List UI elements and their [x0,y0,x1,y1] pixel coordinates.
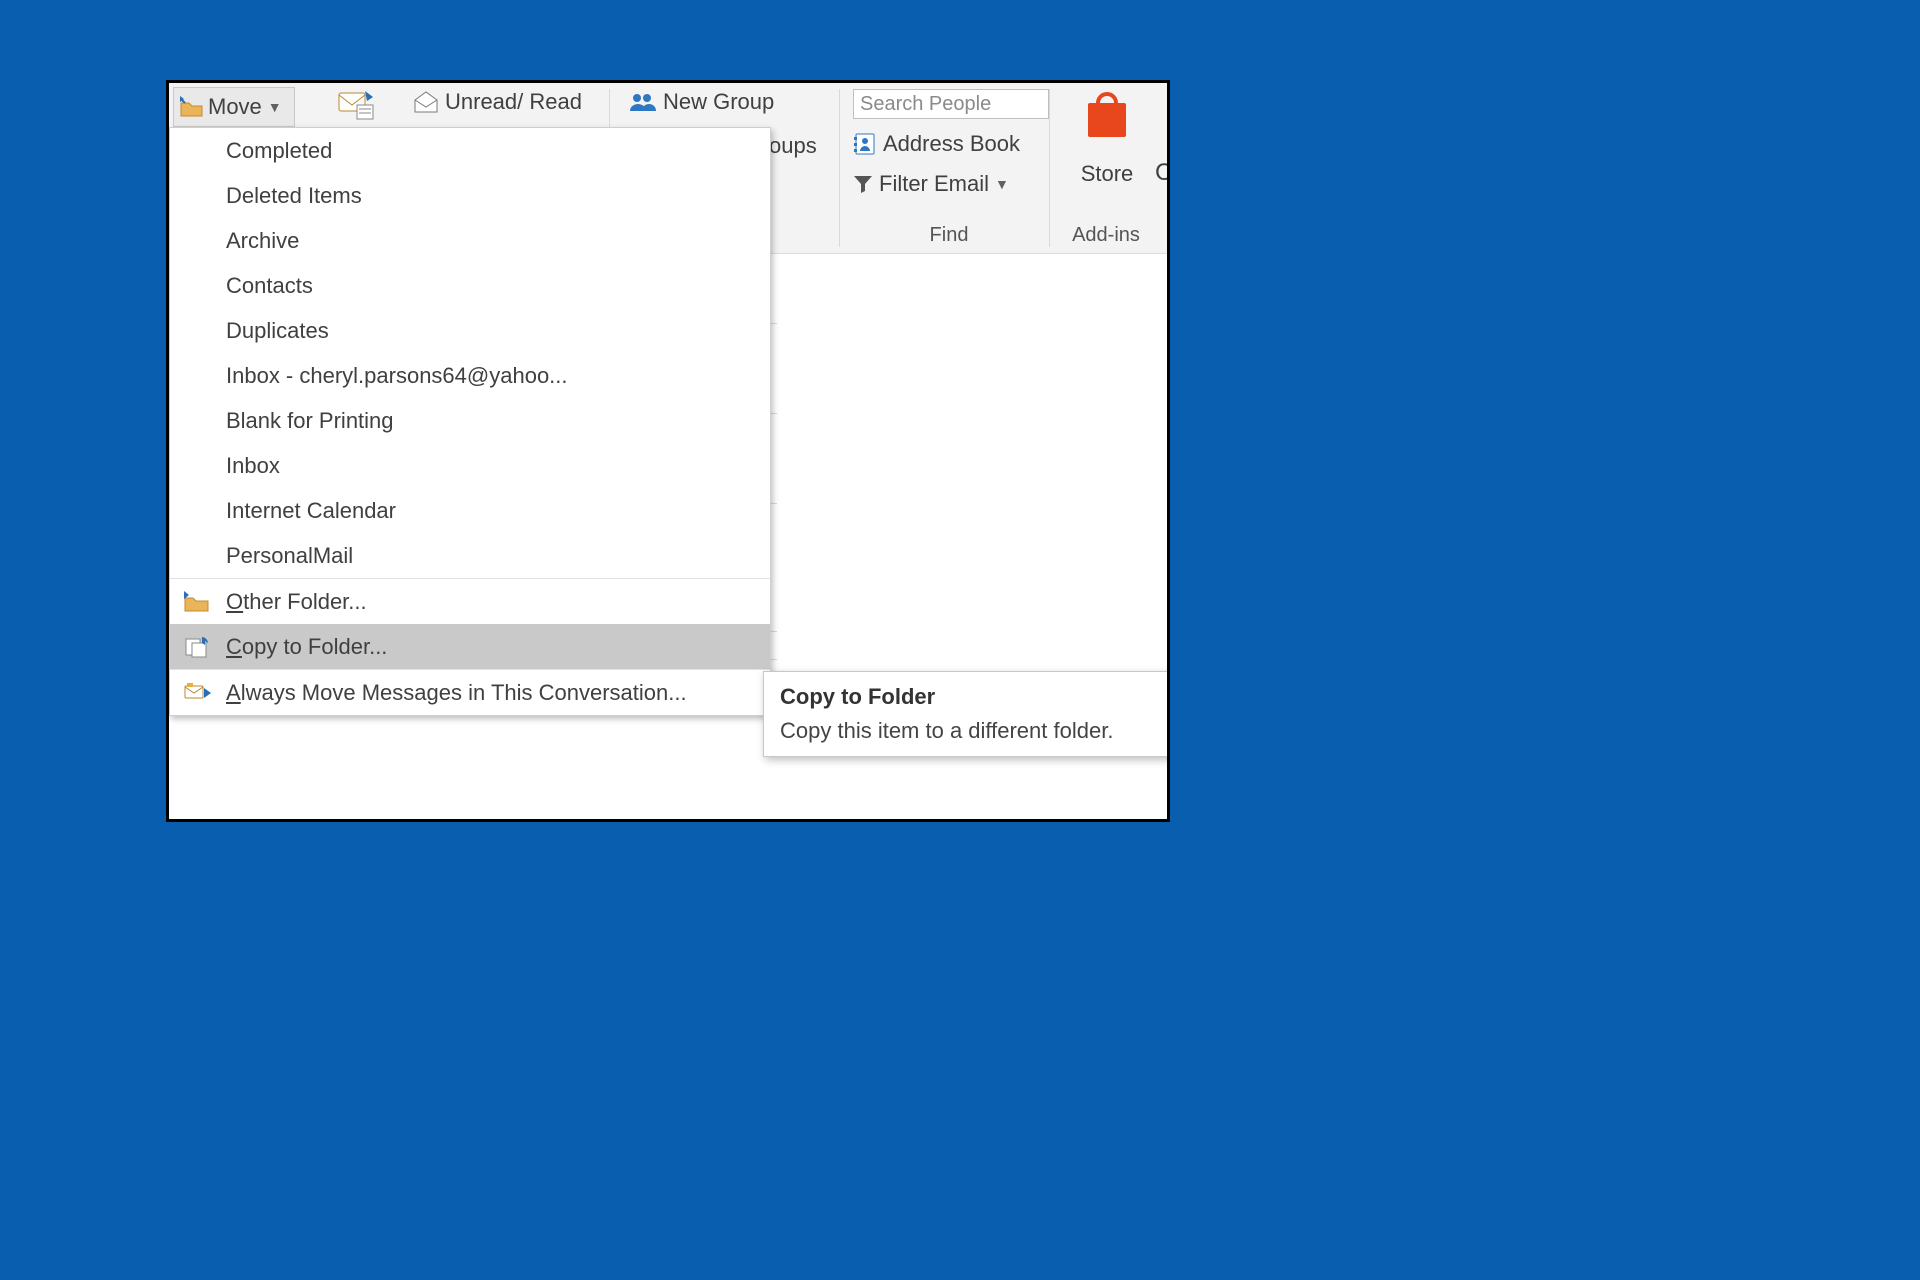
menu-item-other-folder[interactable]: Other Folder... [170,578,770,624]
menu-item-label: PersonalMail [226,543,353,569]
menu-item-label: Completed [226,138,332,164]
rules-icon[interactable] [335,87,377,123]
menu-item-label: Duplicates [226,318,329,344]
tooltip: Copy to Folder Copy this item to a diffe… [763,671,1170,757]
outlook-window: Move ▼ Unread/ Read New Group oups Searc… [166,80,1170,822]
store-button[interactable] [1067,91,1147,146]
menu-item-folder[interactable]: Duplicates [170,308,770,353]
menu-item-folder[interactable]: Contacts [170,263,770,308]
move-to-folder-icon [184,591,210,613]
tooltip-title: Copy to Folder [780,684,1170,710]
move-to-folder-icon [180,96,204,118]
address-book-icon [853,132,877,156]
menu-item-folder[interactable]: Internet Calendar [170,488,770,533]
always-move-icon [184,682,212,704]
move-button[interactable]: Move ▼ [173,87,295,127]
address-book-button[interactable]: Address Book [853,131,1020,157]
unread-read-label: Unread/ Read [445,89,582,115]
menu-item-label: Deleted Items [226,183,362,209]
menu-item-folder[interactable]: Archive [170,218,770,263]
addins-group-label: Add-ins [1061,224,1151,247]
address-book-label: Address Book [883,131,1020,157]
menu-item-folder[interactable]: Blank for Printing [170,398,770,443]
menu-item-label: Contacts [226,273,313,299]
menu-item-label: Archive [226,228,299,254]
menu-item-folder[interactable]: Completed [170,128,770,173]
menu-item-folder[interactable]: PersonalMail [170,533,770,578]
new-group-button[interactable]: New Group [629,89,774,115]
move-dropdown-menu: Completed Deleted Items Archive Contacts… [169,127,771,716]
filter-email-label: Filter Email [879,171,989,197]
truncated-button-fragment[interactable]: C [1155,159,1170,187]
menu-item-folder[interactable]: Inbox [170,443,770,488]
menu-item-label: Other Folder... [226,589,367,615]
new-group-label: New Group [663,89,774,115]
menu-item-always-move[interactable]: Always Move Messages in This Conversatio… [170,669,770,715]
browse-groups-fragment[interactable]: oups [769,133,817,159]
tooltip-body: Copy this item to a different folder. [780,718,1170,744]
menu-item-copy-to-folder[interactable]: Copy to Folder... [170,624,770,669]
filter-email-button[interactable]: Filter Email ▼ [853,171,1009,197]
menu-item-label: Always Move Messages in This Conversatio… [226,680,687,706]
menu-item-label: Inbox - cheryl.parsons64@yahoo... [226,363,568,389]
menu-item-folder[interactable]: Deleted Items [170,173,770,218]
menu-item-label: Blank for Printing [226,408,394,434]
move-button-label: Move [208,94,262,120]
chevron-down-icon: ▼ [995,176,1009,192]
funnel-icon [853,174,873,194]
find-group-label: Find [849,224,1049,247]
envelope-open-icon [413,90,439,114]
menu-item-label: Inbox [226,453,280,479]
unread-read-button[interactable]: Unread/ Read [413,89,582,115]
search-people-input[interactable]: Search People [853,89,1049,119]
store-label: Store [1067,161,1147,187]
people-group-icon [629,91,657,113]
ribbon-separator [1049,89,1050,247]
store-bag-icon [1080,91,1134,141]
menu-item-label: Copy to Folder... [226,634,387,660]
menu-item-label: Internet Calendar [226,498,396,524]
chevron-down-icon: ▼ [268,99,282,115]
menu-item-folder[interactable]: Inbox - cheryl.parsons64@yahoo... [170,353,770,398]
ribbon-separator [839,89,840,247]
copy-to-folder-icon [184,635,210,659]
